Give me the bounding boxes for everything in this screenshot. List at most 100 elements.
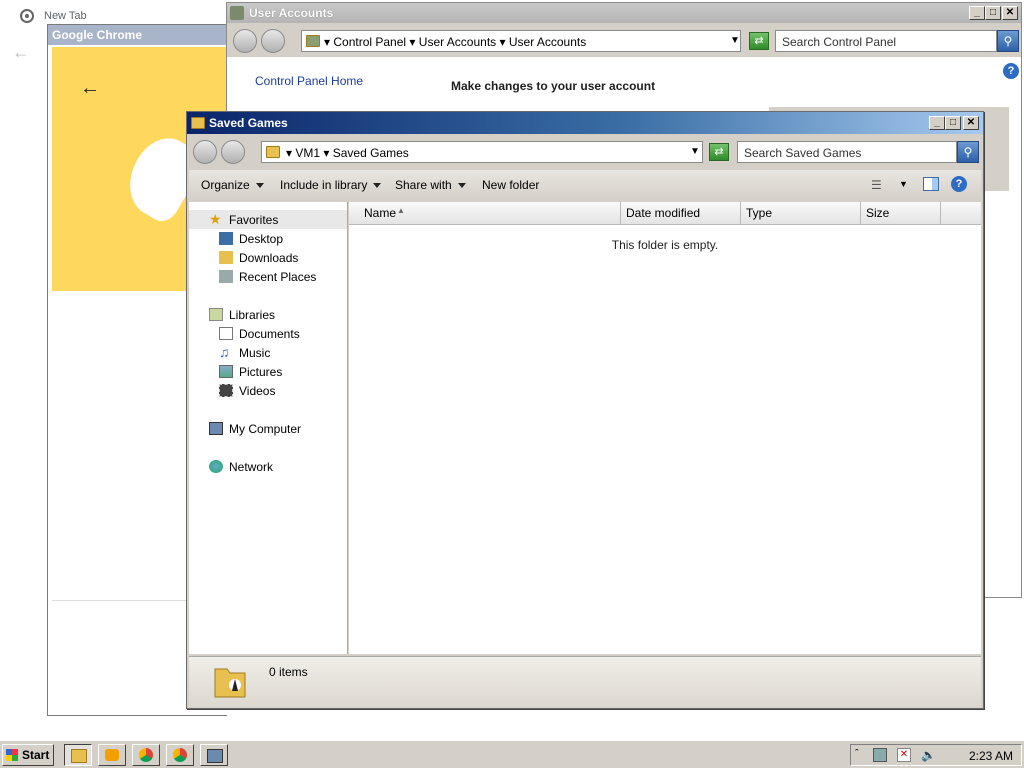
desktop-icon <box>219 232 233 245</box>
libraries-icon <box>209 308 223 321</box>
address-bar-area: ▾ VM1 ▾ Saved Games ▼ ⇄ Search Saved Gam… <box>187 136 983 168</box>
control-panel-icon <box>306 35 320 47</box>
taskbar-explorer[interactable] <box>64 744 92 766</box>
file-list: Name ▲ Date modified Type Size This folde… <box>349 202 981 654</box>
sort-arrow-icon: ▲ <box>397 206 405 215</box>
maximize-button[interactable]: □ <box>945 116 961 130</box>
minimize-button[interactable]: _ <box>929 116 945 130</box>
nav-recent-places[interactable]: Recent Places <box>189 267 347 286</box>
column-date-modified[interactable]: Date modified <box>621 202 741 224</box>
saved-games-folder-icon <box>214 668 246 698</box>
downloads-icon <box>219 251 233 264</box>
close-button[interactable]: ✕ <box>963 116 979 130</box>
maximize-button[interactable]: □ <box>985 6 1001 20</box>
refresh-button[interactable]: ⇄ <box>709 143 729 161</box>
search-button[interactable]: ⚲ <box>997 30 1019 52</box>
nav-network[interactable]: Network <box>189 457 347 476</box>
nav-favorites[interactable]: ★ Favorites <box>189 210 347 229</box>
system-tray: ˆ ✕ 🔈 2:23 AM <box>850 744 1022 766</box>
details-pane: 0 items <box>189 656 981 707</box>
address-bar-area: ▾ Control Panel ▾ User Accounts ▾ User A… <box>227 25 1021 57</box>
taskbar-chrome[interactable] <box>132 744 160 766</box>
network-icon <box>209 460 223 473</box>
search-input[interactable]: Search Control Panel <box>775 30 997 52</box>
folder-icon <box>266 146 280 158</box>
saved-games-window: Saved Games _ □ ✕ ▾ VM1 ▾ Saved Games ▼ … <box>186 111 984 709</box>
search-input[interactable]: Search Saved Games <box>737 141 957 163</box>
nav-libraries[interactable]: Libraries <box>189 305 347 324</box>
nav-videos[interactable]: Videos <box>189 381 347 400</box>
window-title: User Accounts <box>249 6 334 20</box>
volume-icon[interactable]: 🔈 <box>921 748 936 762</box>
saved-games-titlebar[interactable]: Saved Games _ □ ✕ <box>187 112 983 134</box>
chrome-icon <box>173 748 187 762</box>
clock[interactable]: 2:23 AM <box>969 749 1013 763</box>
back-button[interactable] <box>193 140 217 164</box>
forward-button[interactable] <box>221 140 245 164</box>
network-status-icon[interactable] <box>873 748 887 762</box>
address-bar[interactable]: ▾ Control Panel ▾ User Accounts ▾ User A… <box>301 30 741 52</box>
include-in-library-menu[interactable]: Include in library <box>280 178 382 192</box>
column-size[interactable]: Size <box>861 202 941 224</box>
nav-desktop[interactable]: Desktop <box>189 229 347 248</box>
breadcrumb-control-panel[interactable]: Control Panel <box>333 35 406 49</box>
star-icon: ★ <box>209 211 222 227</box>
preview-pane-icon[interactable] <box>923 177 939 191</box>
music-icon: ♫ <box>219 344 230 360</box>
chrome-tab-title: New Tab <box>44 10 87 22</box>
documents-icon <box>219 327 233 340</box>
chevron-down-icon[interactable]: ▼ <box>690 146 700 157</box>
refresh-button[interactable]: ⇄ <box>749 32 769 50</box>
breadcrumb-saved-games[interactable]: Saved Games <box>333 146 409 160</box>
forward-button[interactable] <box>261 29 285 53</box>
chevron-down-icon[interactable]: ▼ <box>730 35 740 46</box>
user-accounts-titlebar[interactable]: User Accounts _ □ ✕ <box>227 3 1021 23</box>
taskbar-chrome-2[interactable] <box>166 744 194 766</box>
action-center-icon[interactable]: ✕ <box>897 748 911 762</box>
chevron-up-icon[interactable]: ˆ <box>855 748 869 762</box>
breadcrumb-user-accounts-current[interactable]: User Accounts <box>509 35 586 49</box>
search-button[interactable]: ⚲ <box>957 141 979 163</box>
nav-my-computer[interactable]: My Computer <box>189 419 347 438</box>
windows-logo-icon <box>6 749 18 761</box>
nav-documents[interactable]: Documents <box>189 324 347 343</box>
breadcrumb-vm1[interactable]: VM1 <box>295 146 320 160</box>
videos-icon <box>219 384 233 397</box>
back-arrow-icon[interactable]: ← <box>80 77 100 100</box>
item-count: 0 items <box>269 665 308 679</box>
media-player-icon <box>105 749 119 761</box>
nav-pictures[interactable]: Pictures <box>189 362 347 381</box>
column-type[interactable]: Type <box>741 202 861 224</box>
organize-menu[interactable]: Organize <box>201 178 264 192</box>
taskbar-media-player[interactable] <box>98 744 126 766</box>
back-arrow-icon[interactable]: ← <box>12 42 30 63</box>
command-bar: Organize Include in library Share with N… <box>189 170 981 200</box>
help-icon[interactable]: ? <box>951 176 967 192</box>
chevron-down-icon[interactable]: ▼ <box>899 179 908 189</box>
close-button[interactable]: ✕ <box>1002 6 1018 20</box>
pictures-icon <box>219 365 233 378</box>
minimize-button[interactable]: _ <box>969 6 985 20</box>
nav-downloads[interactable]: Downloads <box>189 248 347 267</box>
address-bar[interactable]: ▾ VM1 ▾ Saved Games ▼ <box>261 141 703 163</box>
google-chrome-title: Google Chrome <box>48 25 227 45</box>
taskbar: Start ˆ ✕ 🔈 2:23 AM <box>0 740 1024 768</box>
breadcrumb-user-accounts[interactable]: User Accounts <box>419 35 496 49</box>
column-headers: Name ▲ Date modified Type Size <box>349 202 981 225</box>
control-panel-home-link[interactable]: Control Panel Home <box>255 74 363 88</box>
view-options-icon[interactable]: ☰ <box>871 178 882 192</box>
back-button[interactable] <box>233 29 257 53</box>
nav-music[interactable]: ♫ Music <box>189 343 347 362</box>
saved-games-icon <box>191 117 205 129</box>
control-panel-icon <box>207 749 223 763</box>
share-with-menu[interactable]: Share with <box>395 178 466 192</box>
search-placeholder: Search Control Panel <box>782 35 897 49</box>
start-button[interactable]: Start <box>2 744 54 766</box>
taskbar-control-panel[interactable] <box>200 744 228 766</box>
navigation-pane: ★ Favorites Desktop Downloads Recent Pla… <box>189 202 348 654</box>
new-folder-button[interactable]: New folder <box>482 178 539 192</box>
chrome-logo-icon <box>20 9 34 23</box>
help-icon[interactable]: ? <box>1003 63 1019 79</box>
column-name[interactable]: Name ▲ <box>349 202 621 224</box>
computer-icon <box>209 422 223 435</box>
